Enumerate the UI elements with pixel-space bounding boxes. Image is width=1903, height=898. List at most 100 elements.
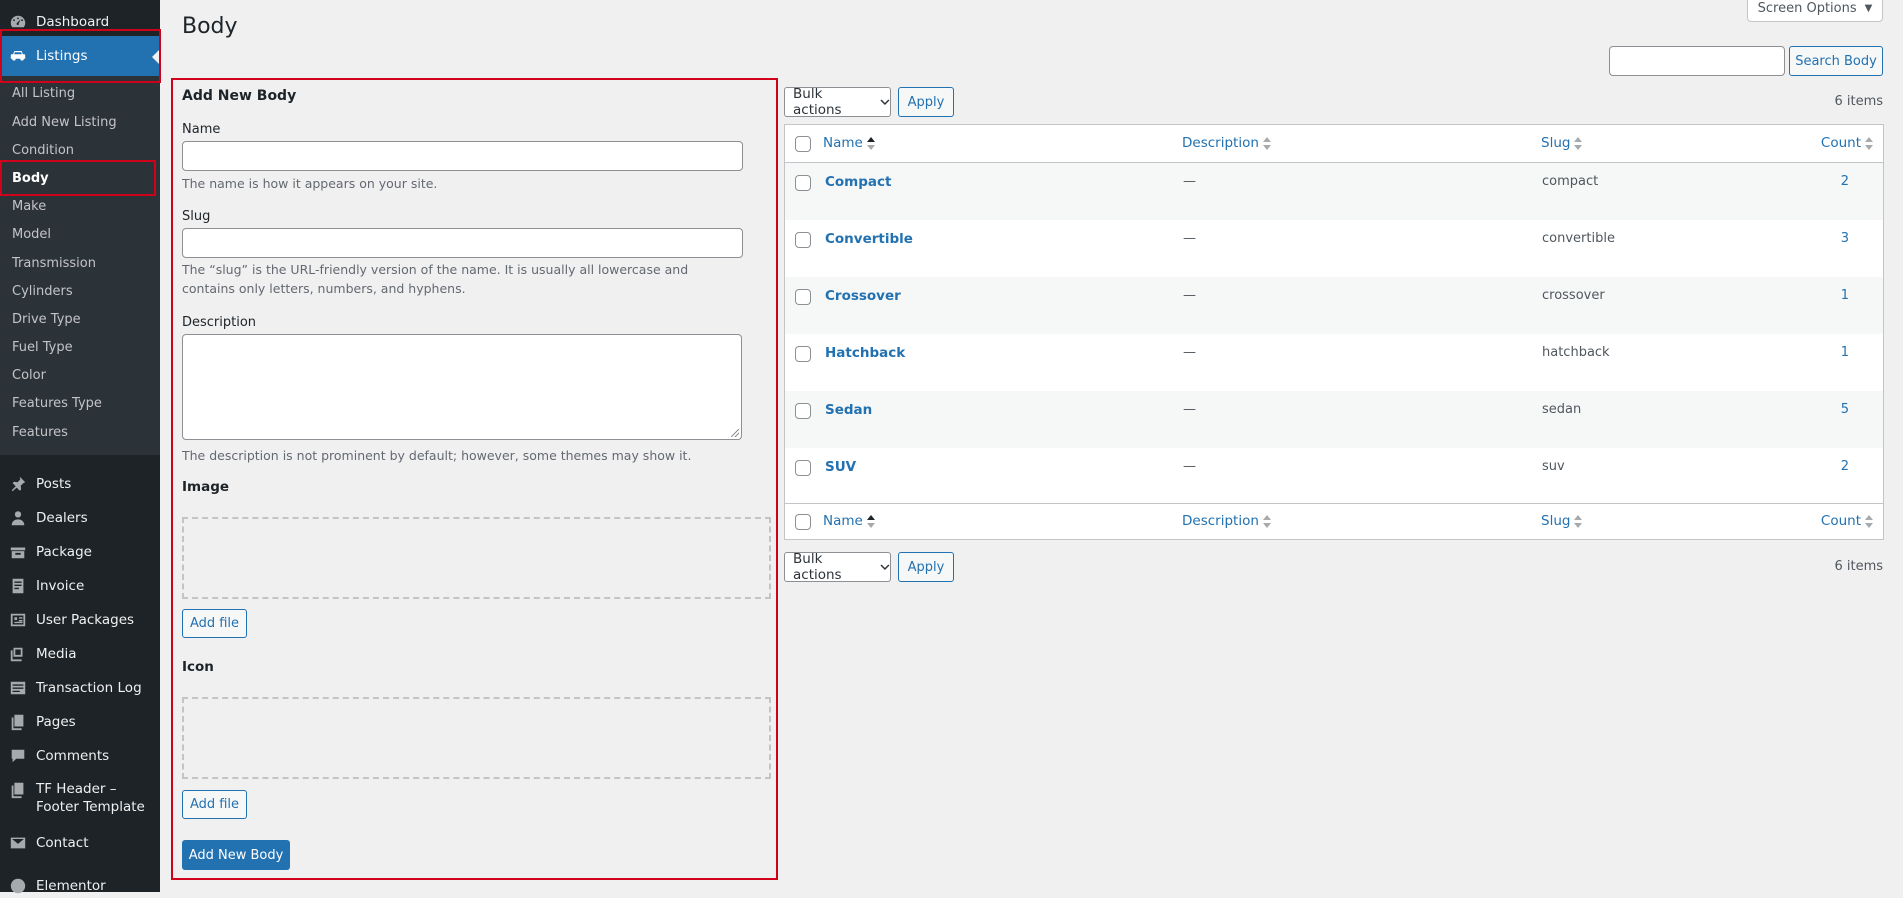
icon-add-file-button[interactable]: Add file bbox=[182, 790, 247, 819]
icon-dropzone[interactable] bbox=[182, 697, 771, 779]
template-icon bbox=[8, 780, 28, 800]
column-description[interactable]: Description bbox=[1182, 135, 1271, 151]
submenu-features[interactable]: Features bbox=[12, 425, 68, 440]
column-name[interactable]: Name bbox=[823, 135, 875, 151]
row-checkbox[interactable] bbox=[795, 460, 811, 476]
submenu-make[interactable]: Make bbox=[12, 199, 46, 214]
footer-column-count[interactable]: Count bbox=[1821, 513, 1873, 529]
menu-dashboard[interactable]: Dashboard bbox=[0, 10, 160, 34]
sort-icon bbox=[1574, 514, 1583, 528]
submenu-model[interactable]: Model bbox=[12, 227, 51, 242]
submenu-color[interactable]: Color bbox=[12, 368, 46, 383]
row-name-link[interactable]: Convertible bbox=[825, 231, 913, 247]
menu-comments-label: Comments bbox=[36, 748, 110, 764]
submenu-condition[interactable]: Condition bbox=[12, 143, 74, 158]
column-slug-label: Slug bbox=[1541, 135, 1571, 151]
menu-dealers[interactable]: Dealers bbox=[0, 506, 160, 530]
submenu-cylinders[interactable]: Cylinders bbox=[12, 284, 73, 299]
row-description: — bbox=[1183, 231, 1196, 246]
footer-column-slug[interactable]: Slug bbox=[1541, 513, 1583, 529]
row-description: — bbox=[1183, 402, 1196, 417]
row-name-link[interactable]: Compact bbox=[825, 174, 891, 190]
menu-media[interactable]: Media bbox=[0, 642, 160, 666]
name-input[interactable] bbox=[182, 141, 743, 171]
table-row: Compact — compact 2 bbox=[785, 163, 1883, 220]
row-checkbox[interactable] bbox=[795, 346, 811, 362]
select-all-checkbox[interactable] bbox=[795, 136, 811, 152]
apply-button-bottom[interactable]: Apply bbox=[898, 552, 954, 582]
search-input[interactable] bbox=[1609, 46, 1785, 76]
car-icon bbox=[8, 46, 28, 66]
row-slug: convertible bbox=[1542, 231, 1615, 246]
row-count-link[interactable]: 1 bbox=[1841, 345, 1849, 360]
row-name-link[interactable]: SUV bbox=[825, 459, 856, 475]
slug-input[interactable] bbox=[182, 228, 743, 258]
menu-invoice[interactable]: Invoice bbox=[0, 574, 160, 598]
column-count-label: Count bbox=[1820, 135, 1861, 151]
menu-pages[interactable]: Pages bbox=[0, 710, 160, 734]
menu-package[interactable]: Package bbox=[0, 540, 160, 564]
select-all-checkbox-footer[interactable] bbox=[795, 514, 811, 530]
submenu-body[interactable]: Body bbox=[12, 171, 49, 186]
slug-help: The “slug” is the URL-friendly version o… bbox=[182, 262, 689, 296]
menu-tf-header-footer[interactable]: TF Header – Footer Template bbox=[0, 780, 160, 818]
menu-listings[interactable]: Listings bbox=[0, 36, 160, 76]
footer-column-description[interactable]: Description bbox=[1182, 513, 1271, 529]
menu-posts-label: Posts bbox=[36, 476, 72, 492]
description-textarea[interactable] bbox=[182, 334, 742, 440]
user-packages-icon bbox=[8, 610, 28, 630]
row-count-link[interactable]: 2 bbox=[1841, 459, 1849, 474]
menu-transaction-log-label: Transaction Log bbox=[36, 680, 142, 696]
menu-transaction-log[interactable]: Transaction Log bbox=[0, 676, 160, 700]
menu-comments[interactable]: Comments bbox=[0, 744, 160, 768]
row-count-link[interactable]: 3 bbox=[1841, 231, 1849, 246]
menu-elementor[interactable]: Elementor bbox=[0, 874, 160, 898]
column-name-label: Name bbox=[823, 135, 863, 151]
footer-column-slug-label: Slug bbox=[1541, 513, 1571, 529]
submenu-add-new-listing[interactable]: Add New Listing bbox=[12, 115, 117, 130]
row-name-link[interactable]: Crossover bbox=[825, 288, 901, 304]
menu-dashboard-label: Dashboard bbox=[36, 14, 110, 30]
menu-posts[interactable]: Posts bbox=[0, 472, 160, 496]
column-slug[interactable]: Slug bbox=[1541, 135, 1583, 151]
chevron-down-icon bbox=[880, 99, 890, 106]
invoice-icon bbox=[8, 576, 28, 596]
apply-button-top[interactable]: Apply bbox=[898, 87, 954, 117]
submenu-transmission[interactable]: Transmission bbox=[12, 256, 96, 271]
image-add-file-button[interactable]: Add file bbox=[182, 609, 247, 638]
screen-options-button[interactable]: Screen Options ▼ bbox=[1747, 0, 1883, 22]
footer-column-name[interactable]: Name bbox=[823, 513, 875, 529]
column-description-label: Description bbox=[1182, 135, 1259, 151]
row-checkbox[interactable] bbox=[795, 403, 811, 419]
row-count-link[interactable]: 5 bbox=[1841, 402, 1849, 417]
search-button[interactable]: Search Body bbox=[1789, 46, 1883, 76]
row-name-link[interactable]: Hatchback bbox=[825, 345, 905, 361]
sort-icon bbox=[1574, 136, 1583, 150]
table-row: Crossover — crossover 1 bbox=[785, 277, 1883, 334]
bulk-actions-select-bottom[interactable]: Bulk actions bbox=[784, 551, 891, 583]
form-heading: Add New Body bbox=[182, 88, 297, 104]
sort-icon bbox=[1865, 136, 1873, 150]
row-count-link[interactable]: 2 bbox=[1841, 174, 1849, 189]
submenu-all-listing[interactable]: All Listing bbox=[12, 86, 75, 101]
mail-icon bbox=[8, 833, 28, 853]
page-title: Body bbox=[182, 14, 238, 39]
row-name-link[interactable]: Sedan bbox=[825, 402, 872, 418]
row-checkbox[interactable] bbox=[795, 175, 811, 191]
row-count-link[interactable]: 1 bbox=[1841, 288, 1849, 303]
footer-column-count-label: Count bbox=[1820, 513, 1861, 529]
bulk-actions-select-top[interactable]: Bulk actions bbox=[784, 86, 891, 118]
menu-user-packages[interactable]: User Packages bbox=[0, 608, 160, 632]
submenu-drive-type[interactable]: Drive Type bbox=[12, 312, 81, 327]
add-new-body-button[interactable]: Add New Body bbox=[182, 840, 290, 870]
row-description: — bbox=[1183, 345, 1196, 360]
description-help: The description is not prominent by defa… bbox=[182, 448, 692, 463]
submenu-fuel-type[interactable]: Fuel Type bbox=[12, 340, 73, 355]
submenu-features-type[interactable]: Features Type bbox=[12, 396, 102, 411]
menu-contact[interactable]: Contact bbox=[0, 831, 160, 855]
column-count[interactable]: Count bbox=[1821, 135, 1873, 151]
menu-media-label: Media bbox=[36, 646, 77, 662]
row-checkbox[interactable] bbox=[795, 289, 811, 305]
row-checkbox[interactable] bbox=[795, 232, 811, 248]
image-dropzone[interactable] bbox=[182, 517, 771, 599]
